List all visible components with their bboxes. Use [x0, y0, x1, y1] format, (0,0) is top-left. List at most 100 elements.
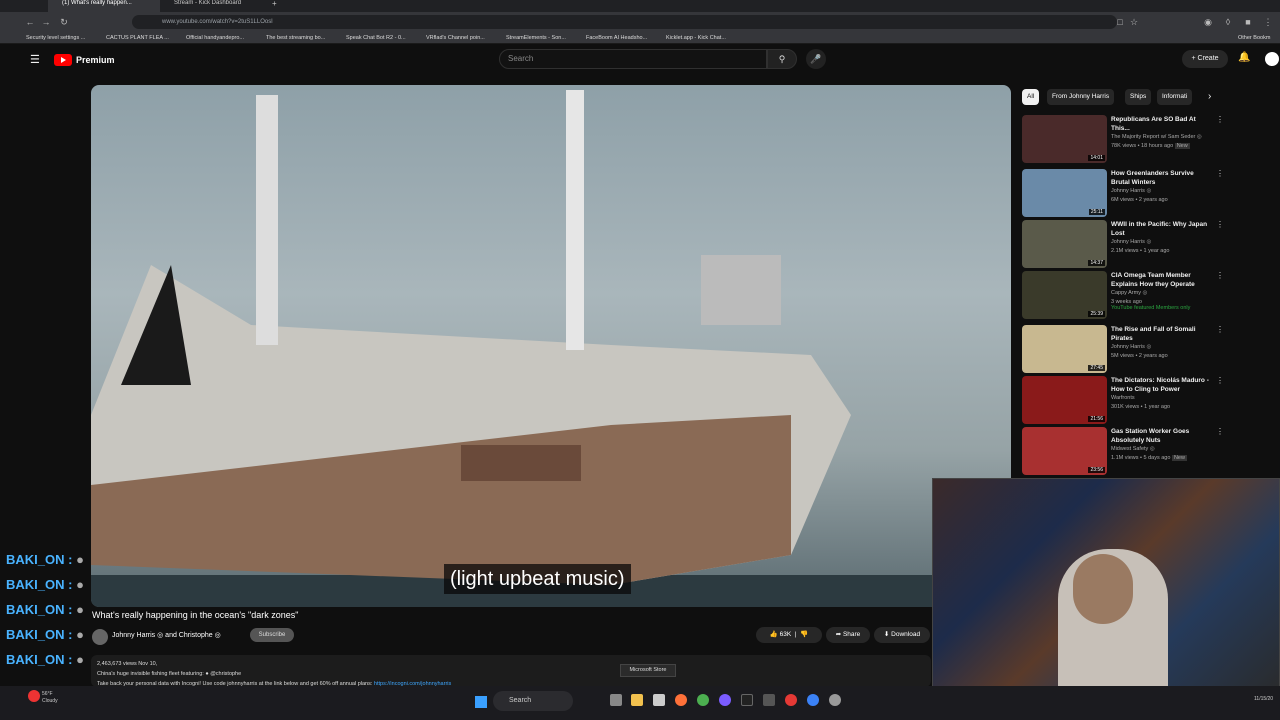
- rec-title[interactable]: How Greenlanders Survive Brutal Winters: [1111, 169, 1211, 187]
- subscribe-button[interactable]: Subscribe: [250, 628, 294, 642]
- video-thumbnail[interactable]: 27:45: [1022, 325, 1107, 373]
- more-options-icon[interactable]: ⋮: [1216, 376, 1224, 385]
- rec-title[interactable]: Gas Station Worker Goes Absolutely Nuts: [1111, 427, 1211, 445]
- bookmark-item[interactable]: CACTUS PLANT FLEA ...: [106, 32, 169, 44]
- video-thumbnail[interactable]: 25:39: [1022, 271, 1107, 319]
- bookmark-item[interactable]: Kicklet.app - Kick Chat...: [666, 32, 726, 44]
- notifications-bell-icon[interactable]: 🔔: [1238, 52, 1250, 63]
- channel-avatar[interactable]: [92, 629, 108, 645]
- more-options-icon[interactable]: ⋮: [1216, 427, 1224, 436]
- extension-icon-3[interactable]: ■: [1242, 16, 1254, 28]
- video-thumbnail[interactable]: 23:56: [1022, 427, 1107, 475]
- thumbs-down-icon[interactable]: 👎: [800, 631, 808, 638]
- share-button[interactable]: ➦ Share: [826, 627, 870, 643]
- bookmark-star-icon[interactable]: ☆: [1128, 16, 1140, 28]
- more-options-icon[interactable]: ⋮: [1216, 115, 1224, 124]
- bookmark-item[interactable]: FaceBoom AI Headsho...: [586, 32, 647, 44]
- new-tab-button[interactable]: +: [272, 0, 284, 12]
- recommendation-item[interactable]: 23:56 Gas Station Worker Goes Absolutely…: [1022, 427, 1224, 477]
- search-button[interactable]: ⚲: [767, 49, 797, 69]
- file-explorer-icon[interactable]: [631, 694, 643, 706]
- app-icon-2[interactable]: [763, 694, 775, 706]
- recommendation-item[interactable]: 25:39 CIA Omega Team Member Explains How…: [1022, 271, 1224, 321]
- bookmark-item[interactable]: Speak Chat Bot R2 - 0...: [346, 32, 406, 44]
- video-thumbnail[interactable]: 14:37: [1022, 220, 1107, 268]
- rec-channel: Johnny Harris ◎: [1111, 344, 1152, 350]
- url-field[interactable]: www.youtube.com/watch?v=2tuS1LLOosl: [132, 15, 1117, 29]
- video-player[interactable]: (light upbeat music): [91, 85, 1011, 607]
- more-options-icon[interactable]: ⋮: [1216, 325, 1224, 334]
- channel-name[interactable]: Johnny Harris ◎ and Christophe ◎: [112, 631, 221, 639]
- task-view-icon[interactable]: [610, 694, 622, 706]
- firefox-icon[interactable]: [675, 694, 687, 706]
- like-button[interactable]: 👍 63K | 👎: [756, 627, 822, 643]
- install-app-icon[interactable]: □: [1114, 16, 1126, 28]
- browser-tab-kick[interactable]: Stream - Kick Dashboard: [160, 0, 272, 12]
- rec-meta: 2.1M views • 1 year ago: [1111, 248, 1170, 254]
- chrome-icon[interactable]: [697, 694, 709, 706]
- windows-start-icon[interactable]: [475, 696, 487, 708]
- recommendation-item[interactable]: 25:11 How Greenlanders Survive Brutal Wi…: [1022, 169, 1224, 219]
- app-icon[interactable]: [719, 694, 731, 706]
- chip-all[interactable]: All: [1022, 89, 1040, 105]
- chip-from-johnny-harris[interactable]: From Johnny Harris: [1047, 89, 1115, 105]
- chat-message: BAKI_ON : ●: [6, 652, 84, 667]
- hamburger-menu-icon[interactable]: ☰: [30, 53, 40, 66]
- extension-icon[interactable]: ◉: [1202, 16, 1214, 28]
- chevron-right-icon[interactable]: ›: [1208, 89, 1211, 105]
- rec-meta: 6M views • 2 years ago: [1111, 197, 1168, 203]
- bookmark-item[interactable]: VRflad's Channel poin...: [426, 32, 485, 44]
- create-button[interactable]: + Create: [1182, 50, 1228, 68]
- recommendation-item[interactable]: 14:37 WWII in the Pacific: Why Japan Los…: [1022, 220, 1224, 270]
- chip-ships[interactable]: Ships: [1125, 89, 1152, 105]
- recommendation-item[interactable]: 14:01 Republicans Are SO Bad At This... …: [1022, 115, 1224, 165]
- bookmark-item[interactable]: StreamElements - Son...: [506, 32, 566, 44]
- youtube-logo[interactable]: Premium: [54, 53, 115, 67]
- taskbar-clock[interactable]: 11/15/20: [1254, 696, 1273, 702]
- voice-search-icon[interactable]: 🎤: [806, 49, 826, 69]
- video-description[interactable]: 2,463,673 views Nov 10, China's huge inv…: [91, 655, 931, 687]
- chip-informati[interactable]: Informati: [1157, 89, 1193, 105]
- terminal-icon[interactable]: [741, 694, 753, 706]
- weather-icon[interactable]: [28, 690, 40, 702]
- video-thumbnail[interactable]: 25:11: [1022, 169, 1107, 217]
- rec-title[interactable]: The Rise and Fall of Somali Pirates: [1111, 325, 1211, 343]
- microsoft-store-icon[interactable]: [653, 694, 665, 706]
- video-thumbnail[interactable]: 14:01: [1022, 115, 1107, 163]
- recommendation-item[interactable]: 21:56 The Dictators: Nicolás Maduro - Ho…: [1022, 376, 1224, 426]
- more-options-icon[interactable]: ⋮: [1216, 220, 1224, 229]
- rec-title[interactable]: WWII in the Pacific: Why Japan Lost: [1111, 220, 1211, 238]
- duration-badge: 14:37: [1088, 260, 1105, 266]
- weather-widget[interactable]: 56°F Cloudy: [42, 691, 58, 705]
- rec-channel: Cappy Army ◎: [1111, 290, 1148, 296]
- video-thumbnail[interactable]: 21:56: [1022, 376, 1107, 424]
- chat-emote-icon: ●: [76, 552, 84, 567]
- recommendation-item[interactable]: 27:45 The Rise and Fall of Somali Pirate…: [1022, 325, 1224, 375]
- rec-title[interactable]: Republicans Are SO Bad At This...: [1111, 115, 1211, 133]
- app-icon-3[interactable]: [785, 694, 797, 706]
- app-icon-4[interactable]: [807, 694, 819, 706]
- search-input[interactable]: Search: [499, 49, 767, 69]
- reload-icon[interactable]: ↻: [58, 16, 70, 28]
- bookmark-item[interactable]: Security level settings ...: [26, 32, 85, 44]
- download-button[interactable]: ⬇ Download: [874, 627, 930, 643]
- rec-title[interactable]: CIA Omega Team Member Explains How they …: [1111, 271, 1211, 289]
- more-options-icon[interactable]: ⋮: [1216, 271, 1224, 280]
- video-stats: 2,463,673 views Nov 10,: [97, 661, 158, 667]
- rec-title[interactable]: The Dictators: Nicolás Maduro - How to C…: [1111, 376, 1211, 394]
- app-icon-5[interactable]: [829, 694, 841, 706]
- back-icon[interactable]: ←: [24, 16, 36, 28]
- video-caption: (light upbeat music): [444, 564, 631, 594]
- more-options-icon[interactable]: ⋮: [1216, 169, 1224, 178]
- forward-icon[interactable]: →: [40, 16, 52, 28]
- menu-icon[interactable]: ⋮: [1262, 16, 1274, 28]
- other-bookmarks[interactable]: Other Bookm: [1238, 32, 1270, 44]
- browser-tab-youtube[interactable]: (1) What's really happen...: [48, 0, 160, 12]
- chat-message: BAKI_ON : ●: [6, 627, 84, 642]
- bookmark-item[interactable]: Official handyandepro...: [186, 32, 244, 44]
- bookmark-item[interactable]: The best streaming bo...: [266, 32, 325, 44]
- avatar[interactable]: [1265, 52, 1279, 66]
- chat-message: BAKI_ON : ●: [6, 577, 84, 592]
- extension-icon-2[interactable]: ◊: [1222, 16, 1234, 28]
- taskbar-search[interactable]: Search: [493, 691, 573, 711]
